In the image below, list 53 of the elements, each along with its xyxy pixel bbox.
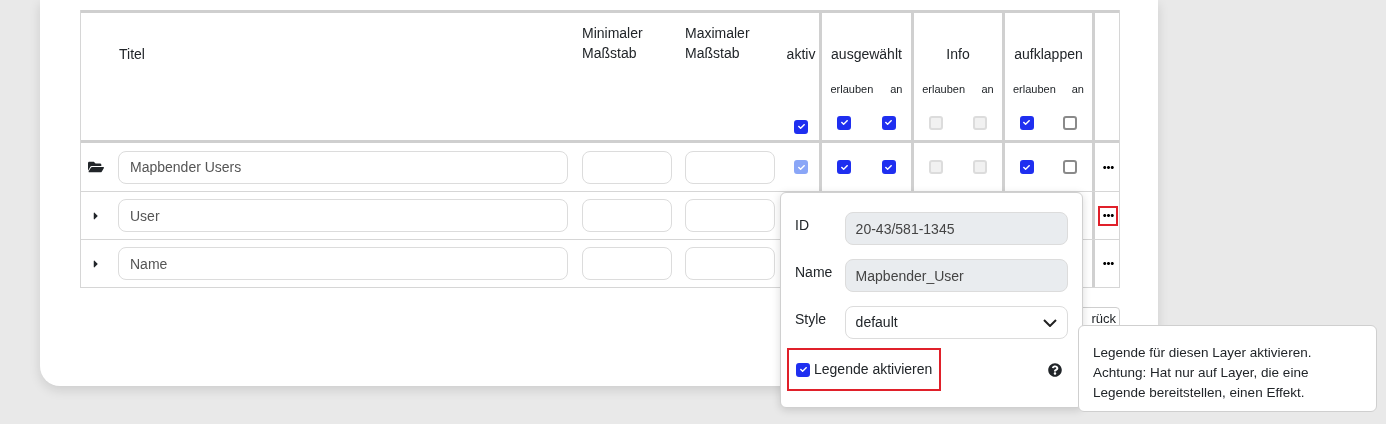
more-button[interactable] bbox=[1098, 205, 1118, 226]
check-icon bbox=[799, 366, 807, 373]
checkbox[interactable] bbox=[1019, 160, 1034, 174]
checkbox[interactable] bbox=[837, 115, 852, 130]
style-select[interactable]: default bbox=[844, 306, 1068, 339]
column-header: Info bbox=[946, 45, 970, 64]
legend-checkbox[interactable]: Legende aktivieren bbox=[787, 348, 942, 391]
title-input[interactable]: Mapbender Users bbox=[118, 150, 568, 184]
column-header: Titel bbox=[119, 45, 145, 64]
checkbox[interactable] bbox=[881, 160, 896, 174]
checkbox[interactable] bbox=[1063, 160, 1078, 174]
title-input[interactable]: User bbox=[118, 199, 568, 232]
min-scale-input[interactable] bbox=[582, 150, 672, 184]
readonly-input[interactable]: Mapbender_User bbox=[844, 259, 1068, 292]
checkbox[interactable] bbox=[1063, 115, 1078, 130]
readonly-input[interactable]: 20-43/581-1345 bbox=[844, 212, 1068, 245]
column-header: Minimaler Maßstab bbox=[582, 24, 644, 63]
check-icon bbox=[797, 163, 805, 171]
checkbox[interactable] bbox=[794, 119, 808, 134]
checkbox[interactable] bbox=[881, 115, 896, 130]
min-scale-input[interactable] bbox=[582, 247, 672, 280]
column-subheader: erlauben bbox=[922, 82, 966, 97]
check-icon bbox=[797, 123, 805, 130]
column-subheader: an bbox=[1071, 82, 1084, 97]
check-icon bbox=[885, 119, 893, 126]
max-scale-input[interactable] bbox=[685, 247, 775, 280]
column-header: aktiv bbox=[786, 45, 816, 64]
help-icon[interactable] bbox=[1048, 362, 1062, 377]
checkbox[interactable] bbox=[796, 362, 810, 377]
check-icon bbox=[840, 119, 848, 126]
column-subheader: erlauben bbox=[830, 82, 874, 97]
check-icon bbox=[1023, 163, 1031, 171]
column-subheader: an bbox=[981, 82, 994, 97]
check-icon bbox=[885, 163, 893, 171]
check-icon bbox=[1023, 119, 1031, 126]
tooltip: Legende für diesen Layer aktivieren. Achtung: Hat nur auf Layer, die eine Legende bereitstellen, einen Effekt. bbox=[1078, 325, 1377, 412]
folder-icon[interactable] bbox=[88, 159, 104, 175]
title-input[interactable]: Name bbox=[118, 247, 568, 280]
chevron-down-icon bbox=[1043, 318, 1057, 327]
field-label: ID bbox=[795, 216, 810, 235]
column-header: Maximaler Maßstab bbox=[685, 24, 751, 63]
check-icon bbox=[840, 163, 848, 171]
column-subheader: erlauben bbox=[1012, 82, 1056, 97]
field-label: Style bbox=[795, 310, 828, 329]
column-header: ausgewählt bbox=[831, 45, 902, 64]
max-scale-input[interactable] bbox=[685, 199, 775, 232]
column-header: aufklappen bbox=[1014, 45, 1083, 64]
field-label: Name bbox=[795, 263, 834, 282]
column-subheader: an bbox=[890, 82, 903, 97]
checkbox[interactable] bbox=[1019, 115, 1034, 130]
checkbox[interactable] bbox=[837, 160, 852, 174]
min-scale-input[interactable] bbox=[582, 199, 672, 232]
max-scale-input[interactable] bbox=[685, 150, 775, 184]
